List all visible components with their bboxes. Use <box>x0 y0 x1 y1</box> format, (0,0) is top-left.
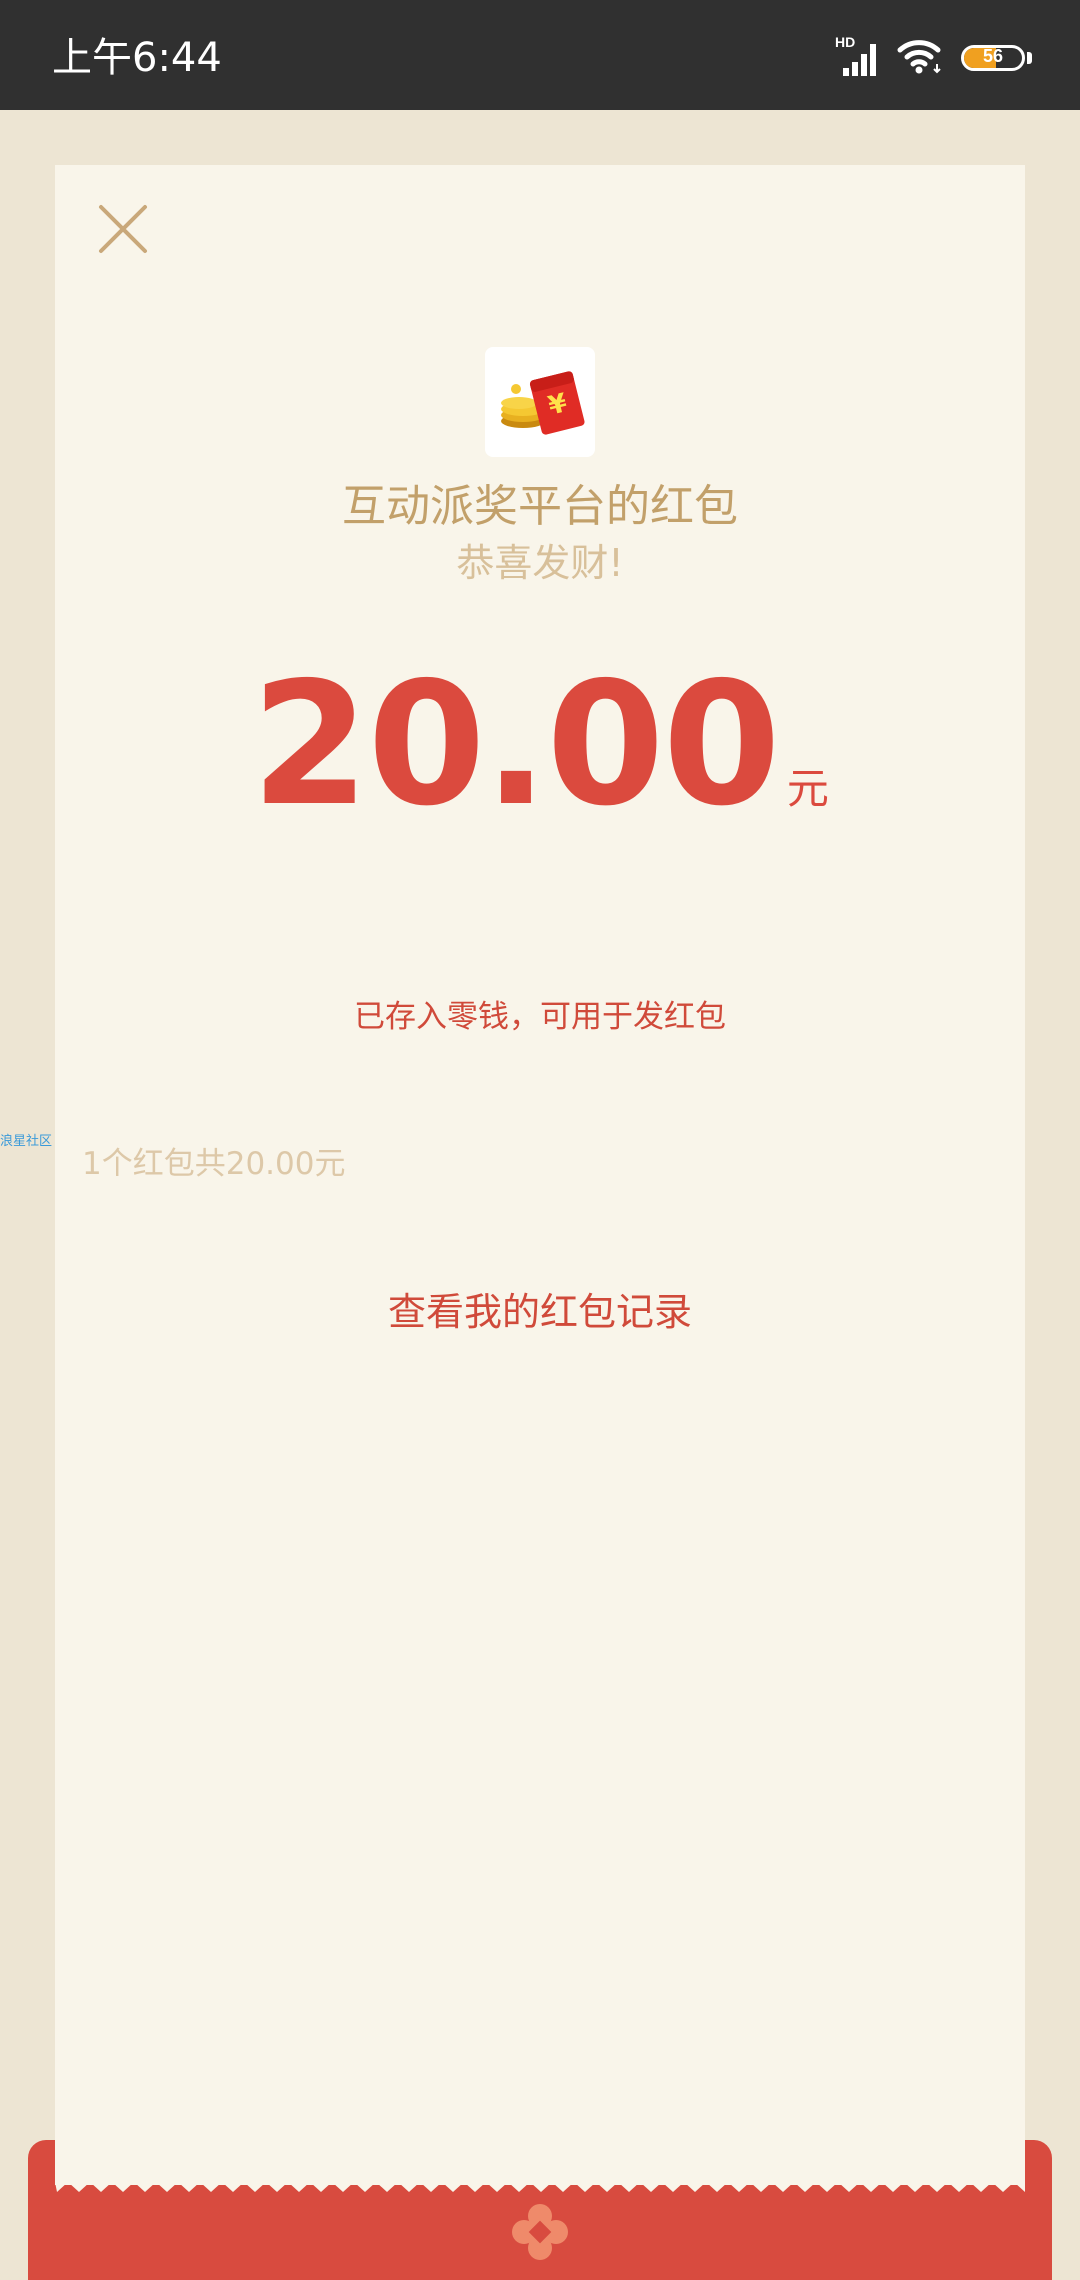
amount-display: 20.00 元 <box>55 655 1025 835</box>
view-records-link[interactable]: 查看我的红包记录 <box>55 1285 1025 1339</box>
status-bar: 上午6:44 HD 56 <box>0 0 1080 110</box>
network-type-label: HD <box>835 34 856 50</box>
envelope-title: 互动派奖平台的红包 <box>342 481 738 532</box>
flower-ornament-icon <box>512 2204 568 2260</box>
close-icon <box>99 205 147 253</box>
close-button[interactable] <box>95 201 151 257</box>
status-icons: HD 56 <box>835 34 1032 82</box>
battery-tip <box>1027 52 1032 64</box>
wifi-icon <box>897 38 943 78</box>
saved-to-balance-note: 已存入零钱，可用于发红包 <box>354 999 726 1035</box>
red-envelope-coins-icon: ¥ <box>501 371 585 435</box>
status-time: 上午6:44 <box>52 35 222 81</box>
envelope-greeting: 恭喜发财! <box>456 541 624 585</box>
battery-icon: 56 <box>961 45 1025 71</box>
red-envelope-detail-card: ¥ 互动派奖平台的红包 恭喜发财! 20.00 元 已存入零钱，可用于发红包 1个… <box>55 165 1025 2185</box>
side-watermark: 浪星社区 <box>0 1134 53 1149</box>
signal-icon: HD <box>835 34 879 78</box>
amount-unit: 元 <box>786 764 829 813</box>
amount-value: 20.00 <box>251 646 781 844</box>
sender-avatar: ¥ <box>485 347 595 457</box>
card-zigzag-edge <box>55 2180 1025 2192</box>
envelope-summary: 1个红包共20.00元 <box>82 1146 346 1182</box>
battery-percent: 56 <box>982 46 1004 66</box>
